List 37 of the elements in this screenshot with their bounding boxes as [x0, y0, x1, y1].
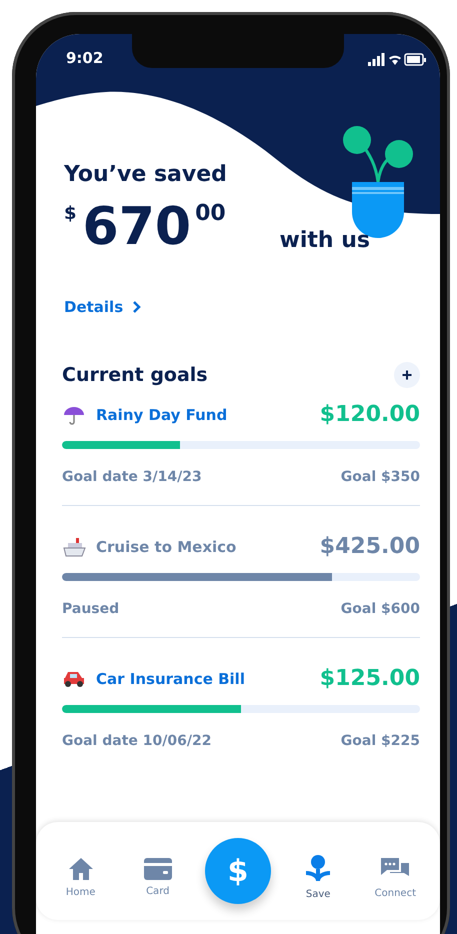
- goal-status: Goal date 10/06/22: [62, 733, 212, 749]
- section-title: Current goals: [62, 364, 208, 386]
- nav-tab[interactable]: Home: [50, 856, 111, 898]
- status-icons: [368, 53, 426, 67]
- savings-cents: 00: [195, 201, 226, 226]
- nav-tab[interactable]: Save: [288, 854, 348, 900]
- details-link[interactable]: Details: [64, 298, 142, 316]
- ship-icon: [62, 536, 86, 558]
- card-icon: [144, 858, 172, 880]
- goal-amount: $425.00: [320, 534, 420, 559]
- home-icon: [68, 856, 94, 880]
- goal-amount: $125.00: [320, 666, 420, 691]
- goal-status: Goal date 3/14/23: [62, 469, 202, 485]
- status-time: 9:02: [66, 49, 104, 67]
- nav-label: Card: [146, 886, 170, 896]
- nav-label: Home: [66, 886, 96, 898]
- goal-name[interactable]: Car Insurance Bill: [96, 670, 245, 688]
- savings-title: You’ve saved: [64, 162, 228, 187]
- car-icon: [62, 670, 86, 688]
- savings-amount: 670: [82, 201, 192, 253]
- goal-name[interactable]: Rainy Day Fund: [96, 406, 228, 424]
- chevron-right-icon: [133, 301, 142, 313]
- plant-coin-icon: [305, 854, 332, 882]
- goal-target: Goal $600: [340, 601, 420, 617]
- currency-sign: $: [64, 203, 77, 224]
- pay-button[interactable]: $: [204, 838, 271, 904]
- nav-label: Save: [306, 888, 330, 900]
- nav-label: Connect: [374, 888, 416, 898]
- goal-status: Paused: [62, 601, 120, 617]
- nav-tab[interactable]: Card: [128, 858, 188, 896]
- goal-target: Goal $225: [340, 733, 420, 749]
- savings-caption: with us: [280, 228, 370, 253]
- goal-amount: $120.00: [320, 402, 420, 427]
- goal-target: Goal $350: [340, 469, 420, 485]
- add-goal-button[interactable]: +: [394, 362, 420, 388]
- goal-name[interactable]: Cruise to Mexico: [96, 538, 236, 556]
- nav-tab[interactable]: Connect: [365, 856, 426, 898]
